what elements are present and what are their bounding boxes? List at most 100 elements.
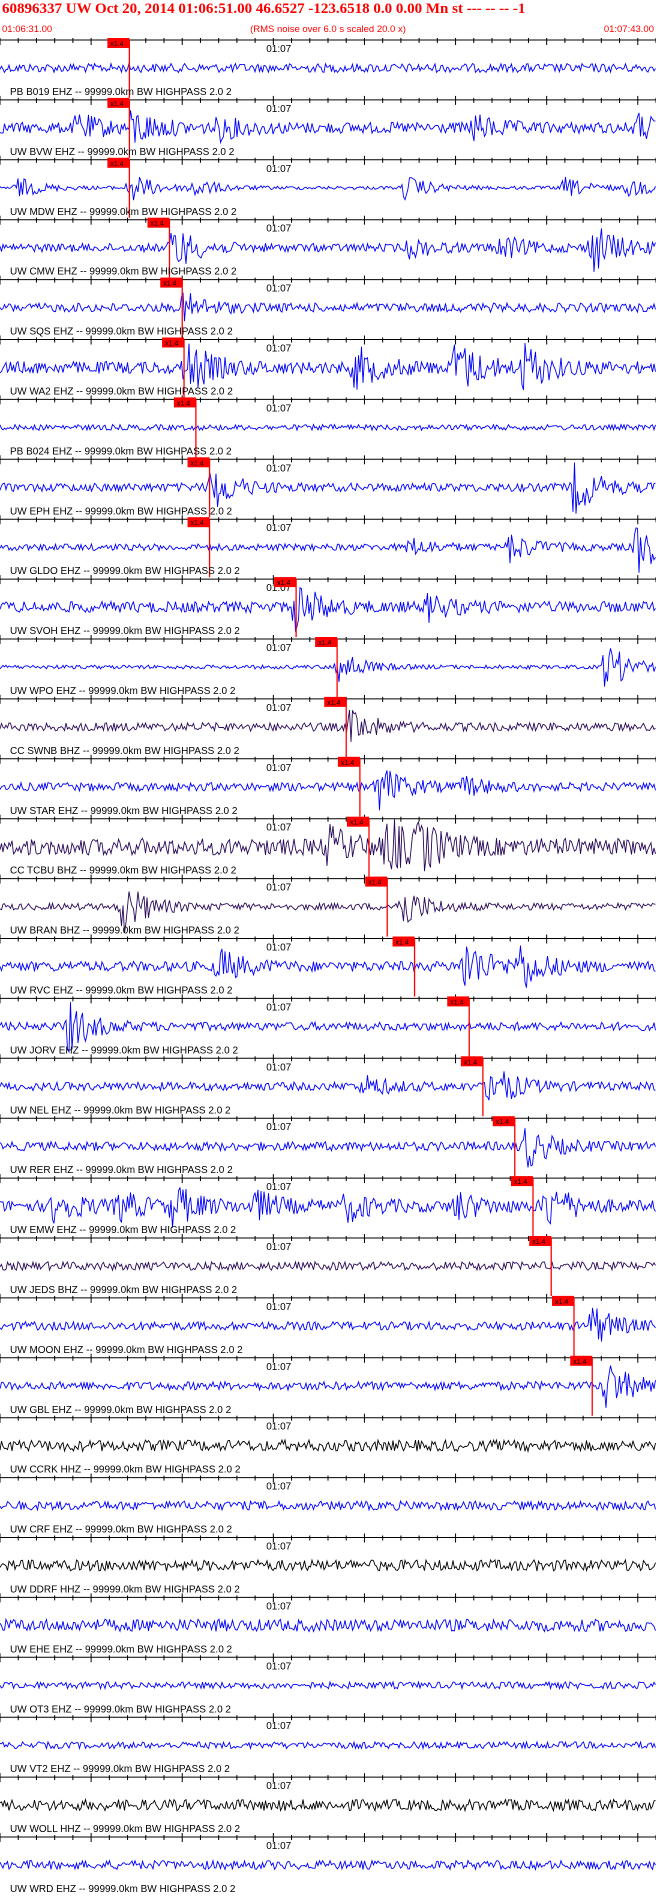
minute-label: 01:07 [266, 284, 291, 295]
waveform-trace [0, 1680, 656, 1691]
pick-label: x1.4 [318, 640, 331, 647]
minute-label: 01:07 [266, 224, 291, 235]
pick-label: x1.4 [396, 940, 409, 947]
minute-label: 01:07 [266, 1002, 291, 1013]
waveform-trace [0, 1858, 656, 1872]
minute-label: 01:07 [266, 463, 291, 474]
station-label: PB B019 EHZ -- 99999.0km BW HIGHPASS 2.0… [10, 87, 232, 98]
waveform-trace [0, 587, 656, 632]
station-label: UW RVC EHZ -- 99999.0km BW HIGHPASS 2.0 … [10, 986, 233, 997]
station-label: UW EHE EHZ -- 99999.0km BW HIGHPASS 2.0 … [10, 1644, 233, 1655]
minute-label: 01:07 [266, 1062, 291, 1073]
waveform-trace [0, 1438, 656, 1454]
waveform-trace [0, 1499, 656, 1512]
minute-label: 01:07 [266, 523, 291, 534]
pick-label: x1.4 [341, 760, 354, 767]
minute-label: 01:07 [266, 164, 291, 175]
pick-label: x1.4 [150, 221, 163, 228]
station-label: PB B024 EHZ -- 99999.0km BW HIGHPASS 2.0… [10, 446, 232, 457]
minute-label: 01:07 [266, 1242, 291, 1253]
minute-label: 01:07 [266, 763, 291, 774]
station-label: UW CRF EHZ -- 99999.0km BW HIGHPASS 2.0 … [10, 1525, 233, 1536]
pick-label: x1.4 [573, 1359, 586, 1366]
station-label: UW RER EHZ -- 99999.0km BW HIGHPASS 2.0 … [10, 1165, 233, 1176]
waveform-trace [0, 342, 656, 391]
station-label: CC TCBU BHZ -- 99999.0km BW HIGHPASS 2.0… [10, 866, 237, 877]
minute-label: 01:07 [266, 1781, 291, 1792]
minute-label: 01:07 [266, 1302, 291, 1313]
pick-label: x1.4 [450, 999, 463, 1006]
event-title: 60896337 UW Oct 20, 2014 01:06:51.00 46.… [2, 1, 526, 17]
station-label: UW MDW EHZ -- 99999.0km BW HIGHPASS 2.0 … [10, 207, 237, 218]
pick-label: x1.4 [191, 460, 204, 467]
waveform-trace [0, 709, 656, 742]
waveform-trace [0, 228, 656, 272]
waveform-trace [0, 292, 656, 322]
minute-label: 01:07 [266, 703, 291, 714]
station-label: UW SQS EHZ -- 99999.0km BW HIGHPASS 2.0 … [10, 327, 233, 338]
waveform-trace [0, 110, 656, 145]
station-label: UW CMW EHZ -- 99999.0km BW HIGHPASS 2.0 … [10, 267, 237, 278]
pick-label: x1.4 [514, 1179, 527, 1186]
pick-label: x1.4 [191, 520, 204, 527]
station-label: UW GBL EHZ -- 99999.0km BW HIGHPASS 2.0 … [10, 1405, 232, 1416]
waveform-trace [0, 648, 656, 687]
station-label: UW JEDS BHZ -- 99999.0km BW HIGHPASS 2.0… [10, 1285, 238, 1296]
station-label: CC SWNB BHZ -- 99999.0km BW HIGHPASS 2.0… [10, 746, 240, 757]
station-label: UW WA2 EHZ -- 99999.0km BW HIGHPASS 2.0 … [10, 387, 233, 398]
station-label: UW WPO EHZ -- 99999.0km BW HIGHPASS 2.0 … [10, 686, 236, 697]
station-label: UW EPH EHZ -- 99999.0km BW HIGHPASS 2.0 … [10, 506, 233, 517]
rms-note: (RMS noise over 6.0 s scaled 20.0 x) [250, 24, 406, 35]
minute-label: 01:07 [266, 1362, 291, 1373]
pick-label: x1.4 [464, 1059, 477, 1066]
station-label: UW STAR EHZ -- 99999.0km BW HIGHPASS 2.0… [10, 806, 238, 817]
pick-label: x1.4 [555, 1299, 568, 1306]
minute-label: 01:07 [266, 883, 291, 894]
station-label: UW DDRF HHZ -- 99999.0km BW HIGHPASS 2.0… [10, 1585, 240, 1596]
waveform-trace [0, 176, 656, 201]
minute-label: 01:07 [266, 1422, 291, 1433]
waveform-trace [0, 1187, 656, 1228]
minute-label: 01:07 [266, 44, 291, 55]
station-label: UW WRD EHZ -- 99999.0km BW HIGHPASS 2.0 … [10, 1884, 236, 1895]
pick-label: x1.4 [327, 700, 340, 707]
waveform-trace [0, 1002, 656, 1054]
pick-label: x1.4 [532, 1239, 545, 1246]
pick-label: x1.4 [368, 880, 381, 887]
plot-header: 60896337 UW Oct 20, 2014 01:06:51.00 46.… [0, 0, 656, 38]
pick-label: x1.4 [110, 161, 123, 168]
minute-label: 01:07 [266, 643, 291, 654]
waveform-trace [0, 819, 656, 872]
pick-label: x1.4 [110, 41, 123, 48]
pick-label: x1.4 [350, 820, 363, 827]
waveform-trace [0, 945, 656, 988]
minute-label: 01:07 [266, 1601, 291, 1612]
station-label: UW JORV EHZ -- 99999.0km BW HIGHPASS 2.0… [10, 1045, 238, 1056]
minute-label: 01:07 [266, 1841, 291, 1852]
minute-label: 01:07 [266, 1482, 291, 1493]
minute-label: 01:07 [266, 943, 291, 954]
station-label: UW NEL EHZ -- 99999.0km BW HIGHPASS 2.0 … [10, 1105, 231, 1116]
pick-label: x1.4 [163, 281, 176, 288]
minute-label: 01:07 [266, 1182, 291, 1193]
station-label: UW SVOH EHZ -- 99999.0km BW HIGHPASS 2.0… [10, 626, 240, 637]
minute-label: 01:07 [266, 1661, 291, 1672]
pick-label: x1.4 [177, 400, 190, 407]
waveform-trace [0, 61, 656, 74]
waveform-trace [0, 770, 656, 811]
minute-label: 01:07 [266, 1721, 291, 1732]
station-label: UW CCRK HHZ -- 99999.0km BW HIGHPASS 2.0… [10, 1465, 241, 1476]
minute-label: 01:07 [266, 344, 291, 355]
station-label: UW WOLL HHZ -- 99999.0km BW HIGHPASS 2.0… [10, 1824, 240, 1835]
station-label: UW EMW EHZ -- 99999.0km BW HIGHPASS 2.0 … [10, 1225, 236, 1236]
pick-label: x1.4 [277, 580, 290, 587]
station-label: UW GLDO EHZ -- 99999.0km BW HIGHPASS 2.0… [10, 566, 240, 577]
waveform-trace [0, 1071, 656, 1101]
waveform-trace [0, 1797, 656, 1813]
pick-label: x1.4 [165, 341, 178, 348]
seismogram-plot: 01:07 x1.4 PB B019 EHZ -- 99999.0km BW HIG… [0, 38, 656, 1895]
waveform-trace [0, 1740, 656, 1751]
minute-label: 01:07 [266, 104, 291, 115]
waveform-trace [0, 1307, 656, 1342]
waveform-trace [0, 1260, 656, 1272]
